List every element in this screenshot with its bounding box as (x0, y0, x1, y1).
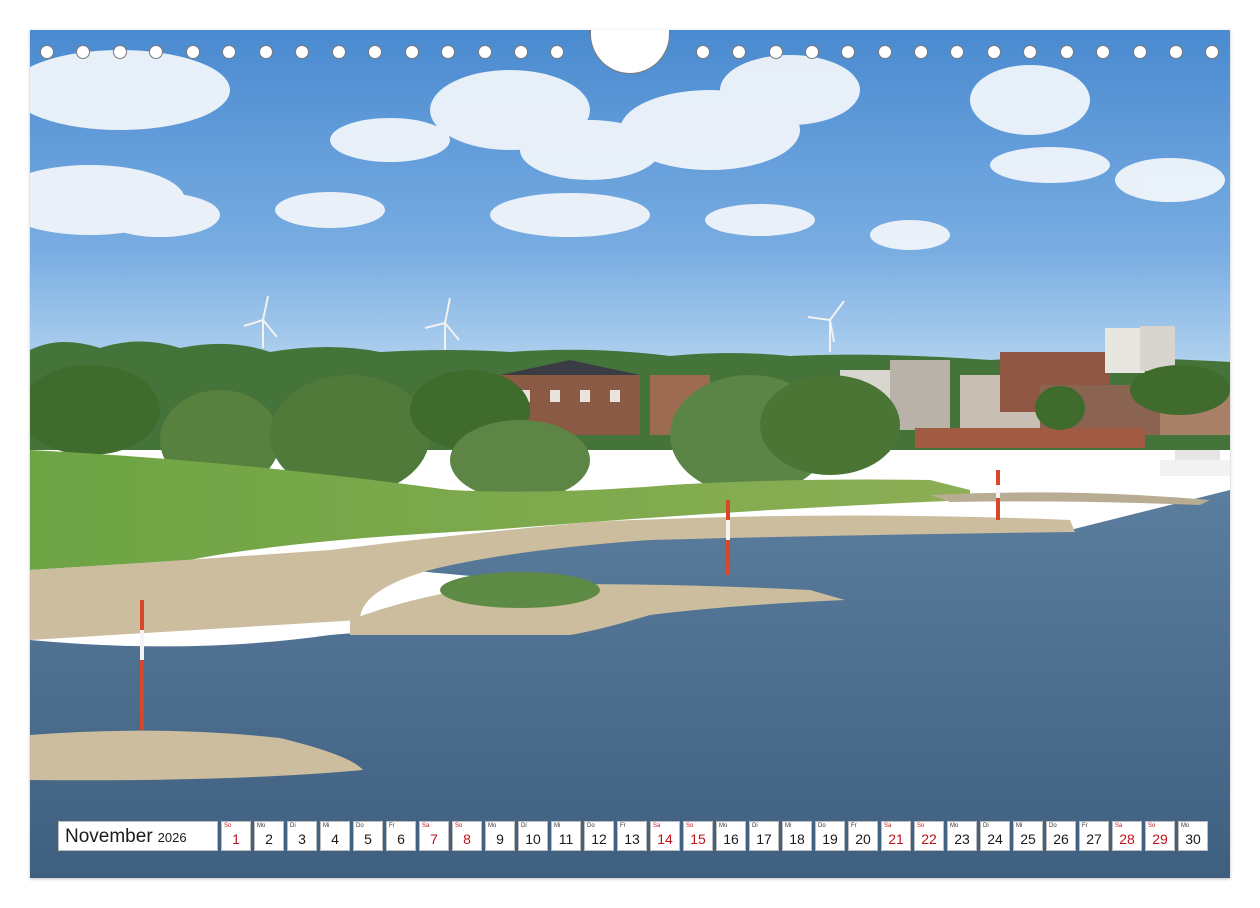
day-number: 9 (496, 831, 504, 847)
day-cell: Mo 30 (1178, 821, 1208, 851)
day-number: 26 (1053, 831, 1069, 847)
day-cell: Mo 9 (485, 821, 515, 851)
day-cell: Di 10 (518, 821, 548, 851)
day-cell: Mi 25 (1013, 821, 1043, 851)
day-number: 25 (1020, 831, 1036, 847)
day-number: 18 (789, 831, 805, 847)
day-number: 5 (364, 831, 372, 847)
day-cell: Do 26 (1046, 821, 1076, 851)
day-number: 19 (822, 831, 838, 847)
day-cell: Fr 6 (386, 821, 416, 851)
weekday-abbrev: Di (983, 823, 989, 829)
weekday-abbrev: Mi (1016, 823, 1023, 829)
day-number: 10 (525, 831, 541, 847)
month-name: November (65, 826, 153, 847)
day-number: 1 (232, 831, 240, 847)
day-number: 21 (888, 831, 904, 847)
day-number: 22 (921, 831, 937, 847)
river-landscape-photo (30, 30, 1230, 878)
day-number: 27 (1086, 831, 1102, 847)
weekday-abbrev: So (686, 823, 694, 829)
weekday-abbrev: Do (356, 823, 364, 829)
day-cell: Di 17 (749, 821, 779, 851)
day-cell: Fr 27 (1079, 821, 1109, 851)
weekday-abbrev: Fr (1082, 823, 1088, 829)
day-number: 16 (723, 831, 739, 847)
day-cell: Di 24 (980, 821, 1010, 851)
day-cell: Do 19 (815, 821, 845, 851)
weekday-abbrev: Mo (257, 823, 266, 829)
day-cell: So 29 (1145, 821, 1175, 851)
day-number: 8 (463, 831, 471, 847)
weekday-abbrev: So (455, 823, 463, 829)
day-number: 17 (756, 831, 772, 847)
day-cell: So 15 (683, 821, 713, 851)
calendar-strip: November 2026 So 1 Mo 2 Di 3 Mi 4 Do 5 Fr 6 Sa 7 So 8 Mo… (58, 821, 1208, 851)
weekday-abbrev: Do (1049, 823, 1057, 829)
river-boat (1160, 450, 1230, 476)
day-number: 3 (298, 831, 306, 847)
day-cell: Do 12 (584, 821, 614, 851)
day-cells: So 1 Mo 2 Di 3 Mi 4 Do 5 Fr 6 Sa 7 So 8 Mo 9 Di 10 Mi 11 Do 12 F… (221, 821, 1208, 851)
day-number: 14 (657, 831, 673, 847)
calendar-page (30, 30, 1230, 878)
day-number: 24 (987, 831, 1003, 847)
day-cell: Sa 21 (881, 821, 911, 851)
day-cell: Mo 16 (716, 821, 746, 851)
month-year: 2026 (157, 830, 187, 845)
day-cell: Mi 4 (320, 821, 350, 851)
weekday-abbrev: So (917, 823, 925, 829)
day-cell: Fr 13 (617, 821, 647, 851)
weekday-abbrev: Sa (653, 823, 661, 829)
day-cell: Sa 14 (650, 821, 680, 851)
day-number: 20 (855, 831, 871, 847)
weekday-abbrev: Mi (323, 823, 330, 829)
day-number: 23 (954, 831, 970, 847)
day-number: 30 (1185, 831, 1201, 847)
day-number: 29 (1152, 831, 1168, 847)
day-cell: Mo 2 (254, 821, 284, 851)
weekday-abbrev: Mi (554, 823, 561, 829)
weekday-abbrev: Mo (488, 823, 497, 829)
day-number: 28 (1119, 831, 1135, 847)
weekday-abbrev: So (224, 823, 232, 829)
weekday-abbrev: Di (290, 823, 296, 829)
day-cell: Do 5 (353, 821, 383, 851)
day-number: 11 (558, 831, 574, 847)
day-cell: Mi 18 (782, 821, 812, 851)
day-number: 2 (265, 831, 273, 847)
day-cell: So 22 (914, 821, 944, 851)
weekday-abbrev: Do (587, 823, 595, 829)
island-shrub (440, 572, 600, 608)
weekday-abbrev: Mo (719, 823, 728, 829)
day-cell: Mo 23 (947, 821, 977, 851)
weekday-abbrev: Do (818, 823, 826, 829)
weekday-abbrev: Fr (851, 823, 857, 829)
day-cell: Fr 20 (848, 821, 878, 851)
day-cell: So 8 (452, 821, 482, 851)
day-number: 6 (397, 831, 405, 847)
day-cell: Mi 11 (551, 821, 581, 851)
weekday-abbrev: Di (752, 823, 758, 829)
day-number: 12 (591, 831, 607, 847)
month-label: November 2026 (58, 821, 218, 851)
day-cell: Sa 28 (1112, 821, 1142, 851)
day-number: 7 (430, 831, 438, 847)
day-cell: So 1 (221, 821, 251, 851)
weekday-abbrev: Mo (1181, 823, 1190, 829)
weekday-abbrev: Fr (389, 823, 395, 829)
weekday-abbrev: Sa (1115, 823, 1123, 829)
weekday-abbrev: Mi (785, 823, 792, 829)
day-number: 13 (624, 831, 640, 847)
weekday-abbrev: Mo (950, 823, 959, 829)
weekday-abbrev: Sa (884, 823, 892, 829)
day-cell: Di 3 (287, 821, 317, 851)
weekday-abbrev: So (1148, 823, 1156, 829)
day-number: 15 (690, 831, 706, 847)
day-number: 4 (331, 831, 339, 847)
weekday-abbrev: Fr (620, 823, 626, 829)
day-cell: Sa 7 (419, 821, 449, 851)
weekday-abbrev: Sa (422, 823, 430, 829)
weekday-abbrev: Di (521, 823, 527, 829)
